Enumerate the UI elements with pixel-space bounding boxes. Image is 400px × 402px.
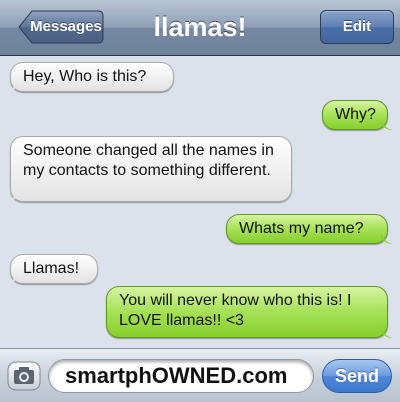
camera-button[interactable]: [7, 361, 41, 391]
message-thread: Hey, Who is this? Why? Someone changed a…: [0, 56, 400, 346]
message-text: Why?: [335, 106, 376, 123]
camera-icon: [7, 361, 41, 391]
message-bubble-outgoing: You will never know who this is! I LOVE …: [106, 286, 393, 338]
message-text: Someone changed all the names in my cont…: [23, 142, 274, 179]
message-bubble-incoming: Hey, Who is this?: [5, 62, 174, 92]
message-bubble-incoming: Llamas!: [5, 254, 98, 284]
message-text: You will never know who this is! I LOVE …: [119, 292, 352, 329]
message-bubble-outgoing: Whats my name?: [226, 214, 393, 244]
compose-bar: smartphOWNED.com Send: [0, 348, 400, 402]
message-text: Whats my name?: [239, 220, 364, 237]
send-button[interactable]: Send: [322, 359, 392, 393]
edit-button[interactable]: Edit: [320, 10, 394, 44]
message-text: Hey, Who is this?: [23, 68, 147, 85]
message-bubble-outgoing: Why?: [322, 100, 393, 130]
message-bubble-incoming: Someone changed all the names in my cont…: [5, 136, 292, 202]
message-input[interactable]: smartphOWNED.com: [48, 359, 314, 393]
back-button[interactable]: Messages: [18, 10, 104, 44]
nav-bar: Messages llamas! Edit: [0, 0, 400, 56]
message-text: Llamas!: [23, 260, 80, 277]
back-button-label: Messages: [30, 18, 102, 35]
conversation-title: llamas!: [153, 12, 247, 42]
